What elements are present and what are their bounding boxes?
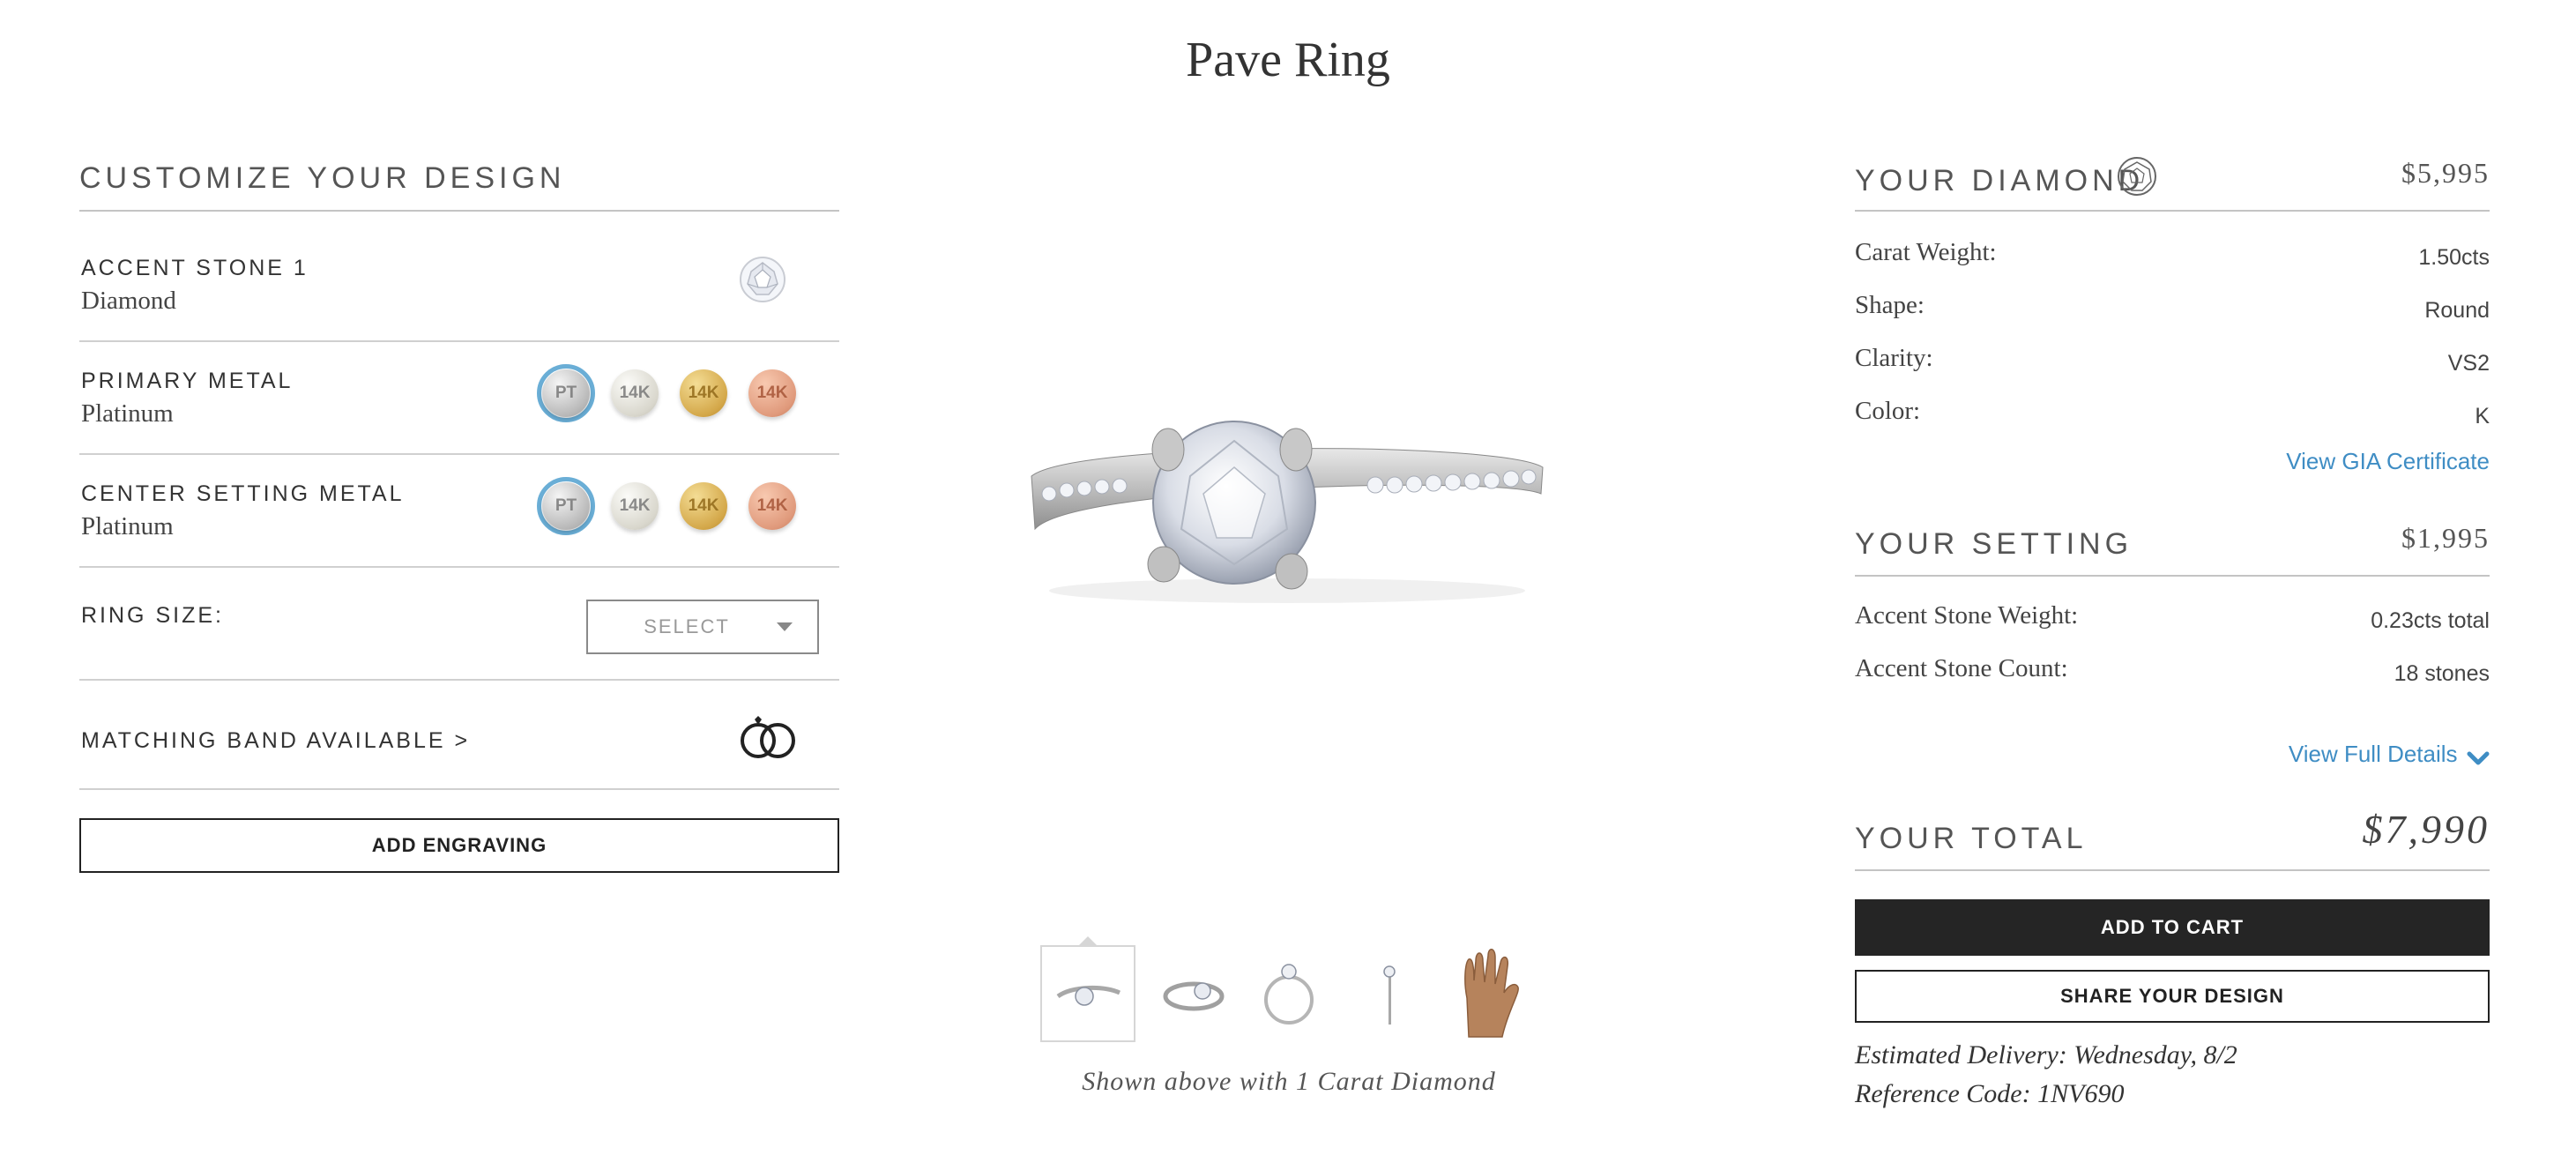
select-placeholder: SELECT <box>644 615 730 637</box>
thumbnail-hand-view[interactable] <box>1442 945 1537 1042</box>
diamond-stone-icon[interactable] <box>739 256 786 303</box>
option-label: PRIMARY METAL <box>81 369 294 393</box>
view-gia-certificate-link[interactable]: View GIA Certificate <box>2116 448 2490 475</box>
thumbnail-ring-side[interactable] <box>1148 945 1243 1042</box>
spec-value: Round <box>2424 298 2490 323</box>
option-primary-metal: PRIMARY METAL Platinum <box>81 369 293 428</box>
swatch-14k-rose-gold[interactable]: 14K <box>748 369 796 417</box>
view-full-details-link[interactable]: View Full Details <box>2186 741 2490 768</box>
spec-value: 18 stones <box>2394 661 2490 686</box>
setting-price: $1,995 <box>2401 522 2490 554</box>
spec-label: Carat Weight: <box>1855 238 1997 266</box>
total-price: $7,990 <box>2362 807 2490 852</box>
product-image <box>1023 414 1552 626</box>
spec-value: 1.50cts <box>2418 245 2490 270</box>
ring-size-select[interactable]: SELECT <box>586 600 819 654</box>
page-title: Pave Ring <box>1186 33 1390 87</box>
reference-code: Reference Code: 1NV690 <box>1855 1079 2125 1108</box>
option-label: ACCENT STONE 1 <box>81 256 309 280</box>
diamond-icon <box>2116 155 2158 197</box>
option-accent-stone[interactable]: ACCENT STONE 1 Diamond <box>81 256 309 316</box>
divider <box>79 453 839 455</box>
divider <box>79 679 839 681</box>
option-value: Platinum <box>81 399 174 428</box>
swatch-14k-rose-gold[interactable]: 14K <box>748 482 796 530</box>
selected-thumb-pointer <box>1078 936 1098 946</box>
diamond-heading: YOUR DIAMOND <box>1855 164 2145 197</box>
thumbnail-ring-angle[interactable] <box>1040 945 1135 1042</box>
add-engraving-button[interactable]: ADD ENGRAVING <box>79 818 839 873</box>
image-caption: Shown above with 1 Carat Diamond <box>1082 1067 1496 1096</box>
share-design-button[interactable]: SHARE YOUR DESIGN <box>1855 970 2490 1023</box>
divider <box>79 788 839 790</box>
spec-label: Clarity: <box>1855 344 1933 372</box>
spec-label: Accent Stone Count: <box>1855 654 2068 682</box>
swatch-14k-yellow-gold[interactable]: 14K <box>680 482 727 530</box>
ring-size-label: RING SIZE: <box>81 603 224 628</box>
spec-value: K <box>2475 404 2490 428</box>
divider <box>79 566 839 568</box>
estimated-delivery: Estimated Delivery: Wednesday, 8/2 <box>1855 1040 2237 1069</box>
swatch-platinum[interactable]: PT <box>542 369 590 417</box>
spec-value: VS2 <box>2447 351 2490 376</box>
matching-band-link[interactable]: MATCHING BAND AVAILABLE > <box>81 728 470 754</box>
divider <box>79 210 839 212</box>
spec-label: Shape: <box>1855 291 1925 319</box>
swatch-14k-yellow-gold[interactable]: 14K <box>680 369 727 417</box>
thumbnail-ring-top[interactable] <box>1243 945 1338 1042</box>
option-value: Diamond <box>81 287 176 315</box>
chevron-down-icon <box>2467 751 2490 765</box>
chevron-down-icon <box>777 622 793 631</box>
spec-label: Color: <box>1855 397 1921 425</box>
diamond-price: $5,995 <box>2401 157 2490 189</box>
divider <box>1855 210 2490 212</box>
spec-label: Accent Stone Weight: <box>1855 601 2079 630</box>
wedding-rings-icon[interactable] <box>737 714 800 760</box>
option-center-setting-metal: CENTER SETTING METAL Platinum <box>81 481 405 541</box>
swatch-14k-white-gold[interactable]: 14K <box>611 482 659 530</box>
total-heading: YOUR TOTAL <box>1855 822 2088 855</box>
thumbnail-ring-profile[interactable] <box>1344 945 1439 1042</box>
add-to-cart-button[interactable]: ADD TO CART <box>1855 899 2490 956</box>
swatch-14k-white-gold[interactable]: 14K <box>611 369 659 417</box>
divider <box>1855 575 2490 577</box>
customize-heading: CUSTOMIZE YOUR DESIGN <box>79 161 566 195</box>
spec-value: 0.23cts total <box>2371 608 2490 633</box>
option-label: CENTER SETTING METAL <box>81 481 405 506</box>
divider <box>1855 869 2490 871</box>
setting-heading: YOUR SETTING <box>1855 527 2133 561</box>
divider <box>79 340 839 342</box>
swatch-platinum[interactable]: PT <box>542 482 590 530</box>
option-value: Platinum <box>81 512 174 540</box>
details-link-label: View Full Details <box>2288 741 2458 767</box>
